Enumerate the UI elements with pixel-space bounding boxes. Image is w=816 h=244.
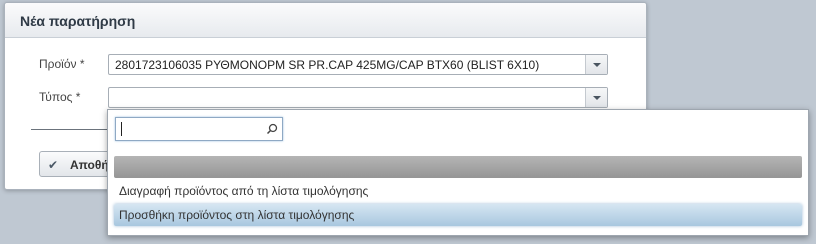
check-icon: ✔: [48, 158, 59, 172]
type-select[interactable]: [108, 87, 608, 108]
type-dropdown-list: Διαγραφή προϊόντος από τη λίστα τιμολόγη…: [107, 109, 809, 236]
product-label: Προϊόν *: [39, 57, 85, 71]
divider: [31, 129, 111, 130]
product-select[interactable]: 2801723106035 ΡΥΘΜΟΝΟΡΜ SR PR.CAP 425MG/…: [108, 54, 608, 75]
dropdown-option-remove[interactable]: Διαγραφή προϊόντος από τη λίστα τιμολόγη…: [114, 180, 802, 202]
chevron-down-icon[interactable]: [585, 88, 607, 107]
dropdown-option-add[interactable]: Προσθήκη προϊόντος στη λίστα τιμολόγησης: [114, 204, 802, 226]
dialog-title: Νέα παρατήρηση: [20, 13, 136, 29]
dialog-header: Νέα παρατήρηση: [5, 3, 646, 38]
product-select-value: 2801723106035 ΡΥΘΜΟΝΟΡΜ SR PR.CAP 425MG/…: [115, 58, 540, 72]
type-label: Τύπος *: [39, 90, 81, 104]
search-icon: [266, 123, 278, 135]
chevron-down-icon[interactable]: [585, 55, 607, 74]
text-caret: [121, 122, 122, 136]
dropdown-search-input[interactable]: [115, 117, 283, 141]
dropdown-option-empty[interactable]: [114, 156, 802, 178]
